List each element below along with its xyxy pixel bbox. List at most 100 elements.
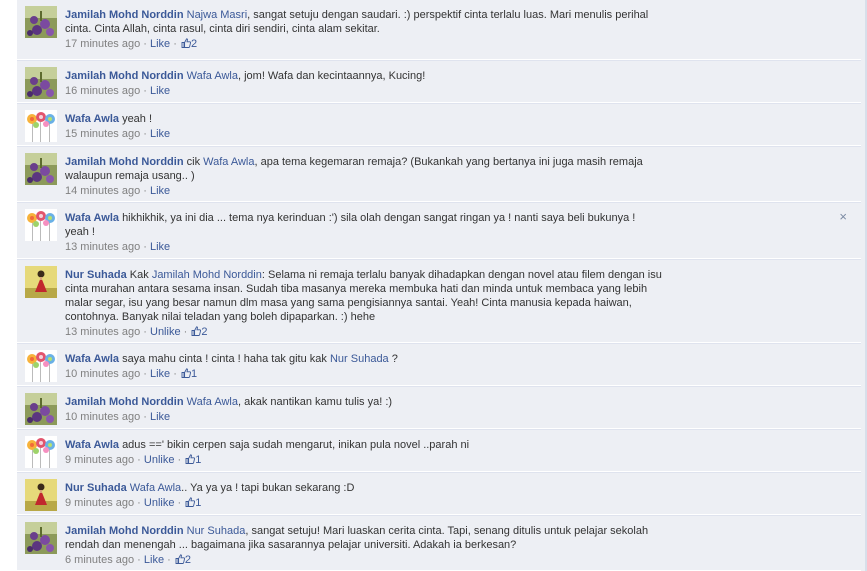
comment-timestamp[interactable]: 16 minutes ago: [65, 85, 140, 97]
lollipops-avatar[interactable]: [25, 350, 57, 382]
like-count[interactable]: 2: [185, 554, 191, 566]
comment-author-link[interactable]: Nur Suhada: [65, 482, 127, 494]
comment-meta: 17 minutes ago · Like · 2: [65, 37, 665, 51]
comment-author-link[interactable]: Jamilah Mohd Norddin: [65, 156, 184, 168]
comment-author-link[interactable]: Wafa Awla: [65, 113, 119, 125]
like-count[interactable]: 2: [201, 326, 207, 338]
comment-author-link[interactable]: Wafa Awla: [65, 439, 119, 451]
comment-body: Jamilah Mohd Norddin Najwa Masri, sangat…: [65, 8, 665, 51]
comment-prefix-text: saya mahu cinta ! cinta ! haha tak gitu …: [122, 353, 330, 365]
comment-text: Jamilah Mohd Norddin Najwa Masri, sangat…: [65, 8, 665, 36]
like-link[interactable]: Like: [150, 241, 170, 253]
purple-flowers-avatar[interactable]: [25, 6, 57, 38]
comment-timestamp[interactable]: 9 minutes ago: [65, 454, 134, 466]
comment: Jamilah Mohd Norddin cik Wafa Awla, apa …: [17, 146, 861, 202]
comment-timestamp[interactable]: 15 minutes ago: [65, 128, 140, 140]
comment-meta: 15 minutes ago · Like: [65, 127, 665, 141]
mention-link[interactable]: Najwa Masri: [187, 9, 248, 21]
meta-separator: ·: [140, 411, 150, 423]
purple-flowers-avatar[interactable]: [25, 393, 57, 425]
mention-link[interactable]: Wafa Awla: [130, 482, 181, 494]
meta-separator: ·: [140, 85, 150, 97]
comment-meta: 13 minutes ago · Like: [65, 240, 662, 254]
comment-meta: 6 minutes ago · Like · 2: [65, 553, 662, 567]
comment-meta: 10 minutes ago · Like · 1: [65, 367, 665, 381]
meta-separator: ·: [140, 326, 150, 338]
girl-photo-avatar[interactable]: [25, 479, 57, 511]
comment-body: Jamilah Mohd Norddin Wafa Awla, akak nan…: [65, 395, 665, 424]
thumbs-up-icon[interactable]: [185, 497, 196, 507]
like-link[interactable]: Like: [150, 128, 170, 140]
comment-timestamp[interactable]: 13 minutes ago: [65, 241, 140, 253]
comment-message: yeah !: [122, 113, 153, 125]
meta-separator: ·: [140, 128, 150, 140]
comment-text: Jamilah Mohd Norddin Wafa Awla, akak nan…: [65, 395, 665, 409]
girl-photo-avatar[interactable]: [25, 266, 57, 298]
lollipops-avatar[interactable]: [25, 110, 57, 142]
meta-separator: ·: [174, 497, 185, 509]
comment-timestamp[interactable]: 10 minutes ago: [65, 368, 140, 380]
meta-separator: ·: [174, 454, 185, 466]
like-count[interactable]: 1: [195, 497, 201, 509]
comment-timestamp[interactable]: 17 minutes ago: [65, 38, 140, 50]
mention-link[interactable]: Nur Suhada: [330, 353, 389, 365]
comment-timestamp[interactable]: 14 minutes ago: [65, 185, 140, 197]
comment: Nur Suhada Kak Jamilah Mohd Norddin: Sel…: [17, 259, 861, 343]
thumbs-up-icon[interactable]: [181, 38, 191, 48]
comment-timestamp[interactable]: 9 minutes ago: [65, 497, 134, 509]
lollipops-avatar[interactable]: [25, 209, 57, 241]
like-link[interactable]: Like: [150, 411, 170, 423]
comment-body: Wafa Awla saya mahu cinta ! cinta ! haha…: [65, 352, 665, 381]
purple-flowers-avatar[interactable]: [25, 153, 57, 185]
comment-body: Wafa Awla yeah ! 15 minutes ago · Like: [65, 112, 665, 141]
mention-link[interactable]: Wafa Awla: [187, 396, 238, 408]
comment-meta: 16 minutes ago · Like: [65, 84, 665, 98]
like-count[interactable]: 1: [191, 368, 197, 380]
like-link[interactable]: Like: [150, 85, 170, 97]
mention-link[interactable]: Nur Suhada: [187, 525, 246, 537]
unlike-link[interactable]: Unlike: [144, 497, 175, 509]
comment-timestamp[interactable]: 10 minutes ago: [65, 411, 140, 423]
thumbs-up-icon[interactable]: [185, 454, 196, 464]
purple-flowers-avatar[interactable]: [25, 67, 57, 99]
like-link[interactable]: Like: [150, 368, 170, 380]
meta-separator: ·: [164, 554, 174, 566]
like-link[interactable]: Like: [150, 38, 170, 50]
comment-body: Wafa Awla hikhikhik, ya ini dia ... tema…: [65, 211, 662, 254]
meta-separator: ·: [134, 454, 144, 466]
like-link[interactable]: Like: [150, 185, 170, 197]
comment-message: ?: [388, 353, 398, 365]
comment-timestamp[interactable]: 13 minutes ago: [65, 326, 140, 338]
purple-flowers-avatar[interactable]: [25, 522, 57, 554]
comment-author-link[interactable]: Nur Suhada: [65, 269, 127, 281]
thumbs-up-icon[interactable]: [175, 554, 185, 564]
meta-separator: ·: [134, 497, 144, 509]
mention-link[interactable]: Wafa Awla: [203, 156, 254, 168]
mention-link[interactable]: Jamilah Mohd Norddin: [152, 269, 262, 281]
comment-text: Jamilah Mohd Norddin Wafa Awla, jom! Waf…: [65, 69, 665, 83]
lollipops-avatar[interactable]: [25, 436, 57, 468]
comment-message: , akak nantikan kamu tulis ya! :): [237, 396, 393, 408]
comment-author-link[interactable]: Wafa Awla: [65, 212, 119, 224]
comment-body: Jamilah Mohd Norddin Wafa Awla, jom! Waf…: [65, 69, 665, 98]
comment-prefix-text: cik: [186, 156, 204, 168]
remove-comment-icon[interactable]: ×: [839, 210, 847, 223]
like-link[interactable]: Like: [144, 554, 164, 566]
like-count[interactable]: 2: [191, 38, 197, 50]
comment-list: Jamilah Mohd Norddin Najwa Masri, sangat…: [17, 0, 861, 571]
comment-body: Wafa Awla adus ==' bikin cerpen saja sud…: [65, 438, 665, 467]
comment-author-link[interactable]: Jamilah Mohd Norddin: [65, 525, 184, 537]
like-count[interactable]: 1: [195, 454, 201, 466]
thumbs-up-icon[interactable]: [191, 326, 202, 336]
unlike-link[interactable]: Unlike: [144, 454, 175, 466]
comment-author-link[interactable]: Jamilah Mohd Norddin: [65, 70, 184, 82]
comment-author-link[interactable]: Wafa Awla: [65, 353, 119, 365]
comment-body: Jamilah Mohd Norddin Nur Suhada, sangat …: [65, 524, 662, 567]
mention-link[interactable]: Wafa Awla: [187, 70, 238, 82]
unlike-link[interactable]: Unlike: [150, 326, 181, 338]
comment-author-link[interactable]: Jamilah Mohd Norddin: [65, 9, 184, 21]
comment: Wafa Awla saya mahu cinta ! cinta ! haha…: [17, 343, 861, 386]
comment-author-link[interactable]: Jamilah Mohd Norddin: [65, 396, 184, 408]
comment-timestamp[interactable]: 6 minutes ago: [65, 554, 134, 566]
thumbs-up-icon[interactable]: [181, 368, 191, 378]
